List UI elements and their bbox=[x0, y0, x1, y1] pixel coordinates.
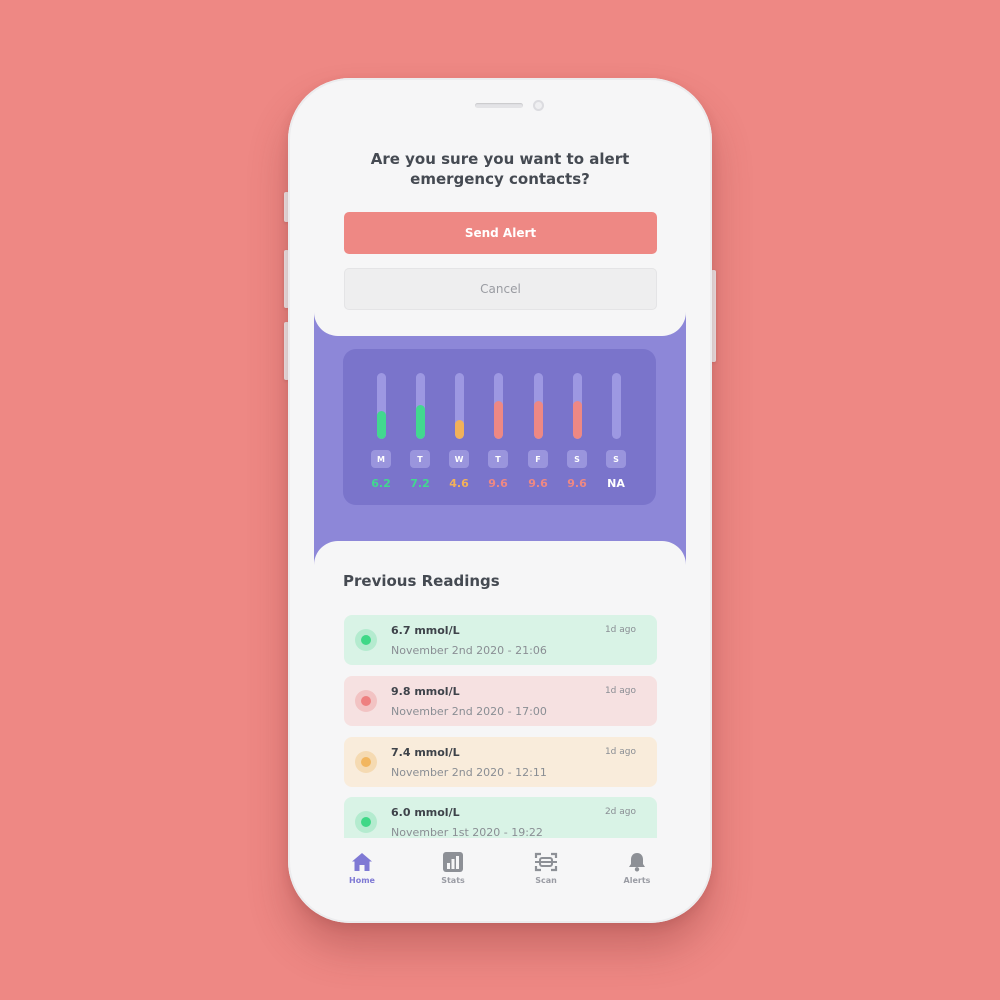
level-track bbox=[377, 373, 386, 439]
reading-item[interactable]: 6.7 mmol/L November 2nd 2020 - 21:06 1d … bbox=[344, 615, 657, 665]
day-value: 9.6 bbox=[567, 477, 587, 490]
reading-item[interactable]: 7.4 mmol/L November 2nd 2020 - 12:11 1d … bbox=[344, 737, 657, 787]
level-track bbox=[534, 373, 543, 439]
tab-stats[interactable]: Stats bbox=[425, 852, 481, 885]
day-label: F bbox=[528, 450, 548, 468]
day-value: 7.2 bbox=[410, 477, 430, 490]
send-alert-button[interactable]: Send Alert bbox=[344, 212, 657, 254]
level-fill bbox=[534, 401, 543, 439]
reading-age: 1d ago bbox=[604, 747, 636, 757]
level-fill bbox=[494, 401, 503, 439]
day-label: T bbox=[410, 450, 430, 468]
day-value: 6.2 bbox=[371, 477, 391, 490]
reading-age: 1d ago bbox=[604, 625, 636, 635]
reading-age: 1d ago bbox=[604, 686, 636, 696]
section-title: Previous Readings bbox=[343, 572, 500, 590]
stats-icon bbox=[443, 852, 463, 872]
level-fill bbox=[377, 411, 386, 439]
level-track bbox=[455, 373, 464, 439]
level-fill bbox=[455, 420, 464, 439]
reading-value: 7.4 mmol/L bbox=[391, 746, 460, 759]
bell-icon bbox=[629, 853, 645, 872]
level-track bbox=[416, 373, 425, 439]
tab-label: Alerts bbox=[623, 876, 651, 885]
phone-frame: Are you sure you want to alert emergency… bbox=[288, 78, 712, 923]
day-value: 4.6 bbox=[449, 477, 469, 490]
reading-item[interactable]: 9.8 mmol/L November 2nd 2020 - 17:00 1d … bbox=[344, 676, 657, 726]
tab-label: Stats bbox=[441, 876, 465, 885]
day-value: 9.6 bbox=[488, 477, 508, 490]
level-track bbox=[573, 373, 582, 439]
home-icon bbox=[352, 853, 372, 871]
day-label: W bbox=[449, 450, 469, 468]
reading-value: 9.8 mmol/L bbox=[391, 685, 460, 698]
reading-date: November 2nd 2020 - 21:06 bbox=[391, 644, 547, 657]
alert-dialog: Are you sure you want to alert emergency… bbox=[314, 118, 686, 336]
tab-label: Home bbox=[349, 876, 375, 885]
front-camera bbox=[533, 100, 544, 111]
tab-home[interactable]: Home bbox=[334, 852, 390, 885]
status-indicator bbox=[355, 751, 377, 773]
day-label: M bbox=[371, 450, 391, 468]
reading-value: 6.0 mmol/L bbox=[391, 806, 460, 819]
status-indicator bbox=[355, 811, 377, 833]
reading-item[interactable]: 6.0 mmol/L November 1st 2020 - 19:22 2d … bbox=[344, 797, 657, 841]
day-label: S bbox=[606, 450, 626, 468]
level-fill bbox=[573, 401, 582, 439]
day-value: NA bbox=[607, 477, 625, 490]
reading-age: 2d ago bbox=[604, 807, 636, 817]
day-label: S bbox=[567, 450, 587, 468]
day-value: 9.6 bbox=[528, 477, 548, 490]
cancel-button[interactable]: Cancel bbox=[344, 268, 657, 310]
tab-label: Scan bbox=[535, 876, 557, 885]
weekly-glucose-chart: M 6.2 T 7.2 W 4.6 T 9.6 F 9.6 S 9.6 S NA bbox=[343, 349, 656, 505]
tab-alerts[interactable]: Alerts bbox=[609, 852, 665, 885]
level-fill bbox=[416, 405, 425, 439]
status-indicator bbox=[355, 690, 377, 712]
scan-icon bbox=[534, 852, 558, 872]
reading-value: 6.7 mmol/L bbox=[391, 624, 460, 637]
weekly-summary-panel: M 6.2 T 7.2 W 4.6 T 9.6 F 9.6 S 9.6 S NA bbox=[314, 310, 686, 580]
dialog-title: Are you sure you want to alert emergency… bbox=[370, 150, 630, 188]
status-indicator bbox=[355, 629, 377, 651]
tab-scan[interactable]: Scan bbox=[518, 852, 574, 885]
level-track bbox=[612, 373, 621, 439]
tab-bar: Home Stats Scan Alerts bbox=[314, 838, 686, 898]
reading-date: November 2nd 2020 - 12:11 bbox=[391, 766, 547, 779]
level-track bbox=[494, 373, 503, 439]
speaker-grille bbox=[475, 103, 523, 108]
reading-date: November 2nd 2020 - 17:00 bbox=[391, 705, 547, 718]
day-label: T bbox=[488, 450, 508, 468]
previous-readings-sheet: Previous Readings 6.7 mmol/L November 2n… bbox=[314, 541, 686, 841]
